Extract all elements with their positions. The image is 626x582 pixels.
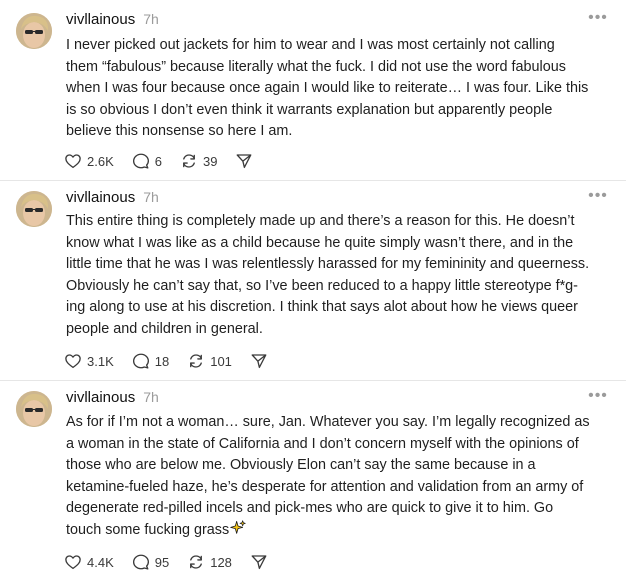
sparkles-icon (230, 520, 246, 534)
divider (0, 380, 626, 381)
text-line: them “fabulous” because literally what t… (66, 58, 566, 75)
repost-button[interactable]: 101 (187, 352, 232, 370)
reply-count: 18 (154, 353, 170, 369)
post-header: vivllainous 7h (66, 189, 159, 209)
repost-button[interactable]: 39 (180, 152, 217, 170)
repost-icon (183, 154, 195, 168)
like-count: 4.4K (87, 554, 114, 570)
text-line: is so obvious I don’t even think it warr… (66, 101, 553, 118)
post-header: vivllainous 7h (66, 389, 159, 409)
avatar-image (16, 13, 52, 49)
text-line: a woman in the state of California and I… (66, 435, 579, 452)
share-button[interactable] (235, 152, 253, 170)
reply-count: 95 (154, 554, 170, 570)
heart-icon (65, 555, 81, 570)
text-line: degenerate red-pilled incels and pick-me… (66, 500, 554, 517)
text-line: As for if I’m not a woman… sure, Jan. Wh… (66, 414, 590, 430)
repost-count: 39 (202, 153, 218, 169)
text-line: touch some fucking grass (66, 521, 230, 538)
send-icon (251, 354, 267, 369)
post-text: I never picked out jackets for him to we… (66, 35, 614, 143)
text-line: ing along to use at his discretion. I th… (66, 299, 578, 316)
heart-icon (65, 154, 81, 169)
like-button[interactable]: 4.4K (64, 553, 114, 571)
text-line: those who are below me. Obviously Elon c… (66, 457, 536, 474)
post-actions: 2.6K 6 39 (64, 150, 271, 172)
avatar-image (16, 191, 52, 227)
username[interactable]: vivllainous (66, 389, 135, 406)
repost-icon (190, 555, 203, 569)
post-actions: 3.1K 18 101 (64, 350, 286, 372)
text-line-last: touch some fucking grass (66, 520, 614, 542)
send-icon (237, 154, 252, 169)
repost-button[interactable]: 128 (187, 553, 232, 571)
timestamp[interactable]: 7h (143, 11, 159, 27)
post-actions: 4.4K 95 128 (64, 551, 286, 573)
text-line: This entire thing is completely made up … (66, 213, 575, 229)
post-text: As for if I’m not a woman… sure, Jan. Wh… (66, 412, 614, 542)
like-button[interactable]: 2.6K (64, 152, 114, 170)
more-horizontal-icon[interactable]: ••• (588, 388, 608, 405)
comment-icon (132, 353, 149, 369)
avatar[interactable] (16, 191, 52, 227)
share-button[interactable] (250, 553, 268, 571)
post-text: This entire thing is completely made up … (66, 211, 614, 341)
text-line: believe this nonsense so here I am. (66, 123, 293, 140)
reply-count: 6 (154, 153, 162, 169)
repost-icon (190, 354, 203, 368)
avatar[interactable] (16, 391, 52, 427)
text-line: people and children in general. (66, 320, 263, 337)
username[interactable]: vivllainous (66, 189, 135, 206)
more-horizontal-icon[interactable]: ••• (588, 10, 608, 27)
text-line: ketamine-fueled haze, he’s desperate for… (66, 478, 584, 495)
text-line: Obviously he can’t say that, so I’ve bee… (66, 277, 578, 294)
reply-button[interactable]: 6 (132, 152, 162, 170)
send-icon (251, 555, 267, 570)
reply-button[interactable]: 95 (132, 553, 169, 571)
divider (0, 180, 626, 181)
avatar-image (16, 391, 52, 427)
text-line: I never picked out jackets for him to we… (66, 37, 555, 53)
avatar[interactable] (16, 13, 52, 49)
repost-count: 128 (210, 554, 232, 570)
username[interactable]: vivllainous (66, 11, 135, 28)
repost-count: 101 (210, 353, 232, 369)
text-line: when I was four because once again I wou… (66, 80, 589, 97)
timestamp[interactable]: 7h (143, 389, 159, 405)
post-header: vivllainous 7h (66, 11, 159, 31)
text-line: know what I was like as a child because … (66, 234, 574, 251)
heart-icon (65, 354, 81, 369)
like-count: 3.1K (87, 353, 114, 369)
share-button[interactable] (250, 352, 268, 370)
reply-button[interactable]: 18 (132, 352, 169, 370)
like-count: 2.6K (87, 153, 114, 169)
text-line: little time that he was I was relentless… (66, 256, 590, 273)
comment-icon (132, 554, 149, 570)
more-horizontal-icon[interactable]: ••• (588, 188, 608, 205)
comment-icon (132, 153, 149, 169)
like-button[interactable]: 3.1K (64, 352, 114, 370)
timestamp[interactable]: 7h (143, 189, 159, 205)
